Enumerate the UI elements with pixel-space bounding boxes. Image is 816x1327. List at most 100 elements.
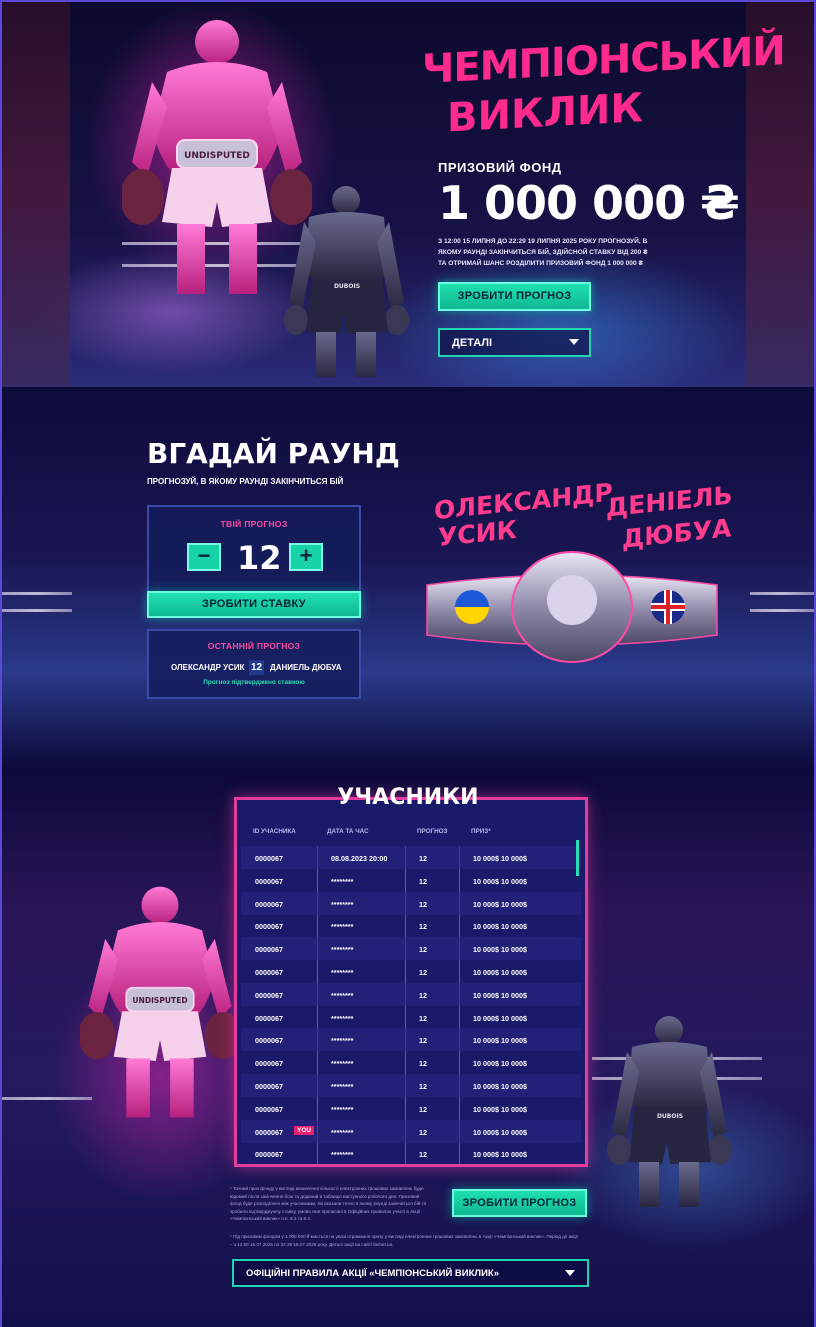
details-dropdown[interactable]: ДЕТАЛІ — [438, 328, 591, 357]
cell-id: 0000067 — [255, 1127, 283, 1137]
promo-title-line1: ЧЕМПІОНСЬКИЙ — [422, 28, 785, 94]
cell-id: 0000067 — [255, 1036, 283, 1046]
cell-datetime: ******** — [331, 945, 354, 955]
chevron-down-icon — [565, 1270, 575, 1276]
cell-datetime: ******** — [331, 1013, 354, 1023]
belt-text: UNDISPUTED — [132, 996, 187, 1005]
forecast-round-value: 12 — [237, 539, 282, 577]
hero-left-backdrop — [2, 2, 70, 387]
cell-id: 0000067 — [255, 1104, 283, 1114]
cell-id: 0000067 — [255, 1059, 283, 1069]
ring-rope — [750, 609, 814, 612]
cell-prize: 10 000$ 10 000$ — [473, 922, 527, 932]
prize-fund-label: ПРИЗОВИЙ ФОНД — [438, 160, 562, 175]
ring-rope — [2, 609, 72, 612]
ring-rope — [750, 592, 814, 595]
guess-round-subtitle: ПРОГНОЗУЙ, В ЯКОМУ РАУНДІ ЗАКІНЧИТЬСЯ БІ… — [147, 477, 344, 486]
championship-belt-illustration — [426, 551, 718, 663]
cell-prize: 10 000$ 10 000$ — [473, 1059, 527, 1069]
cell-forecast: 12 — [419, 1150, 427, 1160]
increase-round-button[interactable]: + — [289, 543, 323, 571]
last-forecast-panel: ОСТАННІЙ ПРОГНОЗ ОЛЕКСАНДР УСИК 12 ДАНИЕ… — [147, 629, 361, 699]
place-bet-button[interactable]: ЗРОБИТИ СТАВКУ — [147, 591, 361, 618]
column-header-forecast: ПРОГНОЗ — [417, 828, 448, 835]
cell-prize: 10 000$ 10 000$ — [473, 990, 527, 1000]
cell-id: 0000067 — [255, 945, 283, 955]
cell-forecast: 12 — [419, 990, 427, 1000]
prize-fund-amount: 1 000 000 ₴ — [438, 176, 740, 230]
cell-prize: 10 000$ 10 000$ — [473, 854, 527, 863]
participants-section: UNDISPUTED DUBOIS ID УЧАСНИКА ДАТА ТА ЧА… — [2, 767, 814, 1327]
table-row: 0000067 ******** 12 10 000$ 10 000$ — [241, 1142, 581, 1165]
cell-datetime: 08.08.2023 20:00 — [331, 854, 388, 863]
make-forecast-button[interactable]: ЗРОБИТИ ПРОГНОЗ — [452, 1189, 587, 1217]
cell-forecast: 12 — [419, 1082, 427, 1091]
participants-table-header: ID УЧАСНИКА ДАТА ТА ЧАС ПРОГНОЗ ПРИЗ* — [237, 824, 585, 840]
table-row: 0000067 ******** 12 10 000$ 10 000$ — [241, 982, 581, 1006]
last-forecast-round: 12 — [249, 660, 264, 675]
cell-prize: 10 000$ 10 000$ — [473, 1036, 527, 1046]
column-header-id: ID УЧАСНИКА — [253, 828, 296, 835]
cell-datetime: ******** — [331, 1150, 354, 1160]
cell-datetime: ******** — [331, 1082, 354, 1091]
cell-prize: 10 000$ 10 000$ — [473, 968, 527, 977]
you-badge: YOU — [294, 1125, 315, 1135]
table-row: 0000067 ******** 12 10 000$ 10 000$ — [241, 1051, 581, 1074]
cell-id: 0000067 — [255, 922, 283, 932]
cell-prize: 10 000$ 10 000$ — [473, 1082, 527, 1091]
place-bet-button-label: ЗРОБИТИ СТАВКУ — [202, 598, 306, 610]
cell-forecast: 12 — [419, 922, 427, 932]
cell-prize: 10 000$ 10 000$ — [473, 945, 527, 955]
cell-id: 0000067 — [255, 854, 283, 863]
last-forecast-header: ОСТАННІЙ ПРОГНОЗ — [207, 641, 301, 651]
cell-prize: 10 000$ 10 000$ — [473, 899, 527, 909]
make-forecast-button[interactable]: ЗРОБИТИ ПРОГНОЗ — [438, 282, 591, 311]
table-scrollbar[interactable] — [576, 840, 579, 876]
belt-text: UNDISPUTED — [184, 151, 250, 161]
official-rules-dropdown[interactable]: ОФІЦІЙНІ ПРАВИЛА АКЦІЇ «ЧЕМПІОНСЬКИЙ ВИК… — [232, 1259, 589, 1287]
cell-id: 0000067 — [255, 1082, 283, 1091]
table-row: 0000067 ******** 12 10 000$ 10 000$ — [241, 1028, 581, 1052]
minus-icon: − — [197, 543, 211, 568]
prize-footnote-mark: * — [634, 182, 639, 194]
table-row: 0000067 ******** 12 10 000$ 10 000$ — [241, 891, 581, 915]
forecast-confirmed-note: Прогноз підтверджено ставкою — [203, 679, 305, 686]
last-forecast-fighter2: ДАНИЕЛЬ ДЮБУА — [270, 663, 342, 672]
cell-forecast: 12 — [419, 1059, 427, 1069]
cell-prize: 10 000$ 10 000$ — [473, 1150, 527, 1160]
official-rules-label: ОФІЦІЙНІ ПРАВИЛА АКЦІЇ «ЧЕМПІОНСЬКИЙ ВИК… — [246, 1268, 499, 1279]
cell-forecast: 12 — [419, 854, 427, 863]
cell-id: 0000067 — [255, 990, 283, 1000]
cell-forecast: 12 — [419, 899, 427, 909]
cell-datetime: ******** — [331, 899, 354, 909]
table-row: 0000067 ******** 12 10 000$ 10 000$ — [241, 937, 581, 961]
cell-id: 0000067 — [255, 968, 283, 977]
cell-forecast: 12 — [419, 968, 427, 977]
cell-prize: 10 000$ 10 000$ — [473, 1013, 527, 1023]
prize-footnote: * Точний приз фонду у вигляді визначеної… — [230, 1186, 427, 1221]
your-forecast-header: ТВІЙ ПРОГНОЗ — [220, 519, 288, 529]
column-header-datetime: ДАТА ТА ЧАС — [327, 828, 369, 835]
ring-rope — [2, 1097, 92, 1100]
table-row: 0000067 ******** 12 10 000$ 10 000$ — [241, 869, 581, 892]
decrease-round-button[interactable]: − — [187, 543, 221, 571]
cell-forecast: 12 — [419, 876, 427, 886]
promo-title-line2: ВИКЛИК — [447, 85, 644, 142]
cell-id: 0000067 — [255, 1013, 283, 1023]
cell-forecast: 12 — [419, 1036, 427, 1046]
cell-datetime: ******** — [331, 876, 354, 886]
last-forecast-fighter1: ОЛЕКСАНДР УСИК — [171, 663, 245, 672]
cell-forecast: 12 — [419, 1013, 427, 1023]
ring-rope — [2, 592, 72, 595]
hero-section: UNDISPUTED DUBOIS ЧЕМПІОНСЬКИЙ ВИКЛИК ПР… — [2, 2, 814, 387]
cell-id: 0000067 — [255, 876, 283, 886]
cell-id: 0000067 — [255, 899, 283, 909]
make-forecast-button-label: ЗРОБИТИ ПРОГНОЗ — [457, 290, 572, 302]
column-header-prize: ПРИЗ* — [471, 828, 491, 835]
make-forecast-button-label: ЗРОБИТИ ПРОГНОЗ — [462, 1197, 577, 1209]
cell-datetime: ******** — [331, 1104, 354, 1114]
details-dropdown-label: ДЕТАЛІ — [452, 337, 493, 349]
guess-round-section: ВГАДАЙ РАУНД ПРОГНОЗУЙ, В ЯКОМУ РАУНДІ З… — [2, 387, 814, 767]
table-row: 0000067 ******** 12 10 000$ 10 000$ — [241, 1074, 581, 1097]
shorts-text: DUBOIS — [334, 283, 360, 290]
